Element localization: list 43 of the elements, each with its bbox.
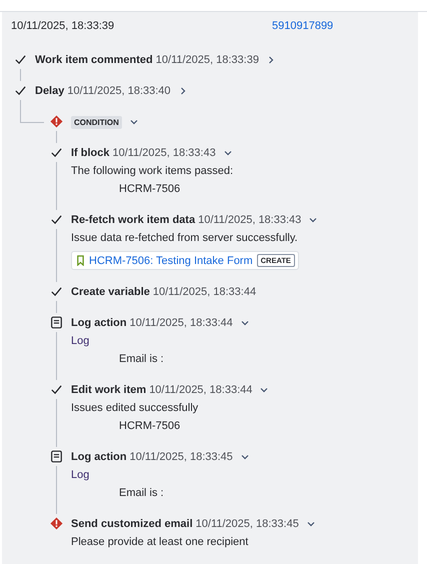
detail-text: Email is :: [118, 486, 165, 501]
document-icon: [50, 450, 62, 463]
detail-text: The following work items passed:: [71, 164, 234, 179]
detail-text: Email is :: [118, 352, 165, 367]
step-time: 10/11/2025, 18:33:39: [156, 54, 259, 66]
step-time: 10/11/2025, 18:33:45: [196, 518, 299, 530]
step-time: 10/11/2025, 18:33:40: [67, 85, 171, 97]
step-title: Send customized email: [71, 518, 193, 530]
date-time-cell-text: 10/11/2025, 18:33:39: [11, 20, 116, 32]
step-title: If block: [71, 147, 110, 159]
step-time: 10/11/2025, 18:33:43: [198, 214, 302, 226]
step-title: Log action: [71, 317, 127, 329]
step-title: Re-fetch work item data: [71, 214, 196, 226]
step-time: 10/11/2025, 18:33:43: [112, 147, 216, 159]
step-title: Delay: [35, 85, 64, 97]
error-icon: [50, 115, 62, 128]
log-label: Log: [71, 334, 90, 349]
check-icon: [50, 146, 62, 159]
detail-text: HCRM-7506: [118, 419, 182, 434]
step-title: Edit work item: [71, 384, 146, 396]
step-time: 10/11/2025, 18:33:45: [130, 451, 233, 463]
step-time: 10/11/2025, 18:33:44: [130, 317, 233, 329]
step-title: Work item commented: [35, 54, 153, 66]
audit-log-link[interactable]: 5910917899: [272, 20, 334, 32]
bookmark-icon: [76, 255, 85, 266]
check-icon: [50, 213, 62, 226]
detail-text: HCRM-7506: [118, 182, 182, 197]
check-icon: [14, 84, 26, 97]
condition-lozenge: CONDITION: [71, 116, 122, 128]
detail-text: Issues edited successfully: [71, 401, 200, 416]
detail-text: Issue data re-fetched from server successfully.: [71, 231, 299, 246]
check-icon: [50, 285, 62, 298]
step-title: Log action: [71, 451, 127, 463]
check-icon: [14, 53, 26, 66]
issue-link[interactable]: HCRM-7506: Testing Intake Form: [89, 254, 253, 266]
step-time: 10/11/2025, 18:33:44: [149, 384, 252, 396]
step-title: Create variable: [71, 286, 150, 298]
log-label: Log: [71, 468, 90, 483]
detail-text: Please provide at least one recipient: [71, 535, 250, 550]
document-icon: [50, 316, 62, 329]
check-icon: [50, 383, 62, 396]
step-time: 10/11/2025, 18:33:44: [152, 286, 256, 298]
error-icon: [50, 517, 62, 530]
